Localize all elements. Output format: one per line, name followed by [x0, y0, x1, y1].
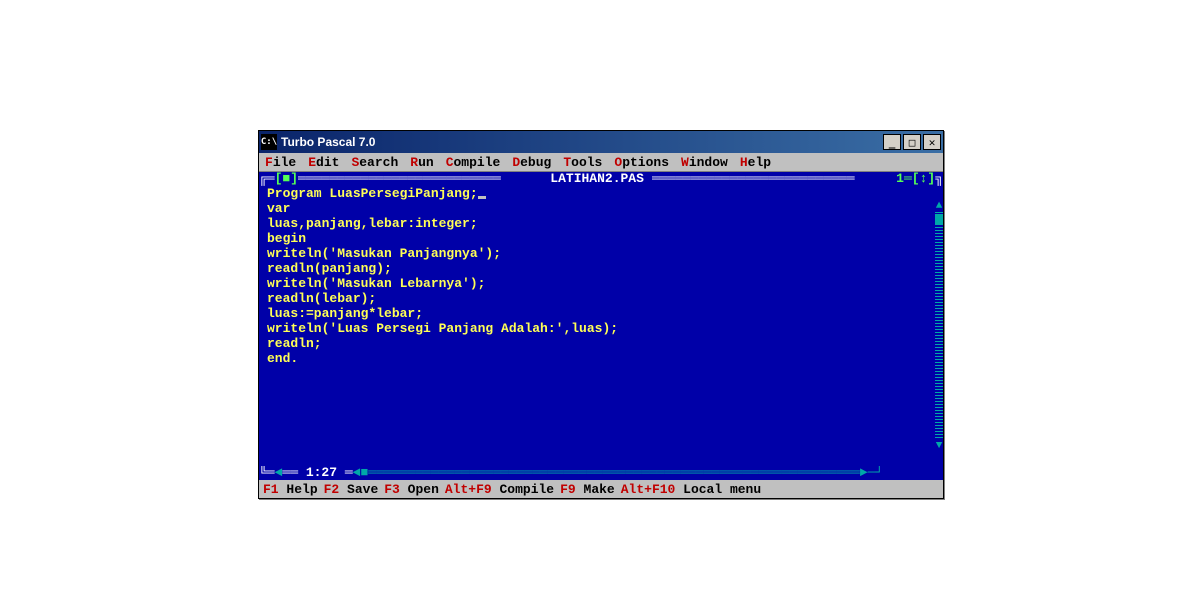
menu-compile[interactable]: Compile: [446, 155, 501, 170]
editor-close-icon[interactable]: [■]: [275, 172, 298, 186]
status-save[interactable]: F2 Save: [324, 482, 379, 497]
vertical-scrollbar[interactable]: ▲ ▼: [935, 200, 943, 452]
menu-edit[interactable]: Edit: [308, 155, 339, 170]
code-line: var: [267, 201, 935, 216]
code-line: luas,panjang,lebar:integer;: [267, 216, 935, 231]
code-line: luas:=panjang*lebar;: [267, 306, 935, 321]
scroll-up-icon[interactable]: ▲: [935, 200, 943, 212]
menu-file[interactable]: File: [265, 155, 296, 170]
code-line: writeln('Luas Persegi Panjang Adalah:',l…: [267, 321, 935, 336]
status-make[interactable]: F9 Make: [560, 482, 615, 497]
code-line: end.: [267, 351, 935, 366]
scroll-down-icon[interactable]: ▼: [935, 440, 943, 452]
code-line: begin: [267, 231, 935, 246]
hscroll-left-icon[interactable]: ◄: [353, 466, 361, 480]
code-line: writeln('Masukan Lebarnya');: [267, 276, 935, 291]
menu-tools[interactable]: Tools: [563, 155, 602, 170]
code-line: writeln('Masukan Panjangnya');: [267, 246, 935, 261]
minimize-button[interactable]: _: [883, 134, 901, 150]
hscroll-right-icon[interactable]: ►: [860, 466, 868, 480]
status-compile[interactable]: Alt+F9 Compile: [445, 482, 554, 497]
close-button[interactable]: ✕: [923, 134, 941, 150]
menu-run[interactable]: Run: [410, 155, 433, 170]
menu-options[interactable]: Options: [614, 155, 669, 170]
resize-corner-icon[interactable]: ─┘: [868, 466, 884, 480]
menu-search[interactable]: Search: [351, 155, 398, 170]
menu-window[interactable]: Window: [681, 155, 728, 170]
cursor-position: 1:27: [298, 466, 345, 480]
editor-frame-bottom: ╚═◄══ 1:27 ═◄■══════════════════════════…: [259, 466, 943, 480]
status-localmenu[interactable]: Alt+F10 Local menu: [621, 482, 761, 497]
menubar: File Edit Search Run Compile Debug Tools…: [259, 153, 943, 172]
text-cursor: [478, 196, 486, 199]
window-title: Turbo Pascal 7.0: [281, 135, 883, 149]
scroll-track[interactable]: [935, 212, 943, 440]
editor-filename: LATIHAN2.PAS: [542, 172, 651, 186]
status-help[interactable]: F1 Help: [263, 482, 318, 497]
status-open[interactable]: F3 Open: [384, 482, 439, 497]
code-line: Program LuasPersegiPanjang;: [267, 186, 935, 201]
menu-debug[interactable]: Debug: [512, 155, 551, 170]
app-window: C:\ Turbo Pascal 7.0 _ □ ✕ File Edit Sea…: [258, 130, 944, 499]
code-line: readln;: [267, 336, 935, 351]
scroll-thumb[interactable]: [935, 214, 943, 224]
code-line: readln(lebar);: [267, 291, 935, 306]
app-icon: C:\: [261, 134, 277, 150]
editor-frame-top: ╔═[■]══════════════════════════ LATIHAN2…: [259, 172, 943, 186]
titlebar[interactable]: C:\ Turbo Pascal 7.0 _ □ ✕: [259, 131, 943, 153]
code-line: readln(panjang);: [267, 261, 935, 276]
menu-help[interactable]: Help: [740, 155, 771, 170]
window-controls: _ □ ✕: [883, 134, 941, 150]
editor-frame: ╔═[■]══════════════════════════ LATIHAN2…: [259, 172, 943, 480]
code-editor[interactable]: Program LuasPersegiPanjang; var luas,pan…: [259, 186, 943, 466]
editor-window-number[interactable]: 1═[↕]: [896, 172, 935, 186]
statusbar: F1 Help F2 Save F3 Open Alt+F9 Compile F…: [259, 480, 943, 498]
maximize-button[interactable]: □: [903, 134, 921, 150]
